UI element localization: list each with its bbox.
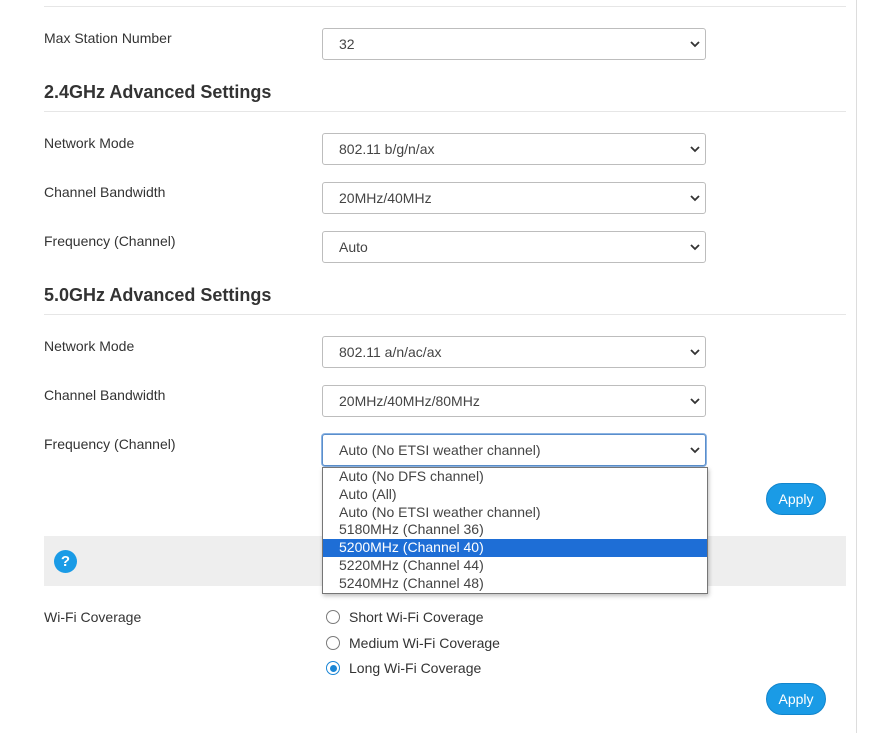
apply-button-50ghz[interactable]: Apply	[766, 483, 826, 515]
max-station-select[interactable]: 32	[322, 28, 706, 60]
channel-bandwidth-50-select[interactable]: 20MHz/40MHz/80MHz	[322, 385, 706, 417]
radio-label: Long Wi-Fi Coverage	[349, 660, 482, 676]
network-mode-24-label: Network Mode	[44, 135, 135, 151]
wifi-coverage-label: Wi-Fi Coverage	[44, 609, 142, 625]
page-right-border	[856, 0, 857, 733]
chevron-down-icon	[690, 398, 700, 405]
channel-bandwidth-50-value: 20MHz/40MHz/80MHz	[339, 393, 480, 409]
frequency-24-select[interactable]: Auto	[322, 231, 706, 263]
channel-bandwidth-24-label: Channel Bandwidth	[44, 184, 166, 200]
frequency-24-label: Frequency (Channel)	[44, 233, 176, 249]
wifi-advanced-settings-page: Max Station Number 32 2.4GHz Advanced Se…	[0, 0, 889, 733]
divider	[44, 6, 846, 7]
channel-bandwidth-24-select[interactable]: 20MHz/40MHz	[322, 182, 706, 214]
section-title-50ghz: 5.0GHz Advanced Settings	[44, 285, 272, 305]
network-mode-50-value: 802.11 a/n/ac/ax	[339, 344, 442, 360]
radio-button[interactable]	[326, 636, 340, 650]
frequency-50-label: Frequency (Channel)	[44, 436, 176, 452]
network-mode-50-select[interactable]: 802.11 a/n/ac/ax	[322, 336, 706, 368]
dropdown-option[interactable]: Auto (All)	[323, 486, 707, 504]
frequency-50-value: Auto (No ETSI weather channel)	[339, 442, 541, 458]
dropdown-option[interactable]: Auto (No DFS channel)	[323, 468, 707, 486]
divider	[44, 314, 846, 315]
radio-label: Medium Wi-Fi Coverage	[349, 635, 500, 651]
channel-bandwidth-50-label: Channel Bandwidth	[44, 387, 166, 403]
section-title-24ghz: 2.4GHz Advanced Settings	[44, 82, 272, 102]
question-icon[interactable]: ?	[54, 550, 77, 573]
chevron-down-icon	[690, 41, 700, 48]
max-station-label: Max Station Number	[44, 30, 172, 46]
radio-button-checked[interactable]	[326, 661, 340, 675]
network-mode-24-select[interactable]: 802.11 b/g/n/ax	[322, 133, 706, 165]
divider	[44, 111, 846, 112]
dropdown-option[interactable]: 5220MHz (Channel 44)	[323, 557, 707, 575]
network-mode-50-label: Network Mode	[44, 338, 135, 354]
apply-button-coverage[interactable]: Apply	[766, 683, 826, 715]
max-station-value: 32	[339, 36, 355, 52]
channel-bandwidth-24-value: 20MHz/40MHz	[339, 190, 432, 206]
frequency-50-select[interactable]: Auto (No ETSI weather channel)	[322, 434, 706, 466]
chevron-down-icon	[690, 447, 700, 454]
dropdown-option[interactable]: Auto (No ETSI weather channel)	[323, 504, 707, 522]
network-mode-24-value: 802.11 b/g/n/ax	[339, 141, 435, 157]
dropdown-option-highlighted[interactable]: 5200MHz (Channel 40)	[323, 539, 707, 557]
radio-label: Short Wi-Fi Coverage	[349, 609, 484, 625]
dropdown-option[interactable]: 5240MHz (Channel 48)	[323, 575, 707, 593]
dropdown-option[interactable]: 5180MHz (Channel 36)	[323, 521, 707, 539]
frequency-50-dropdown-list: Auto (No DFS channel) Auto (All) Auto (N…	[322, 467, 708, 594]
chevron-down-icon	[690, 146, 700, 153]
chevron-down-icon	[690, 244, 700, 251]
chevron-down-icon	[690, 349, 700, 356]
frequency-24-value: Auto	[339, 239, 368, 255]
radio-button[interactable]	[326, 610, 340, 624]
chevron-down-icon	[690, 195, 700, 202]
